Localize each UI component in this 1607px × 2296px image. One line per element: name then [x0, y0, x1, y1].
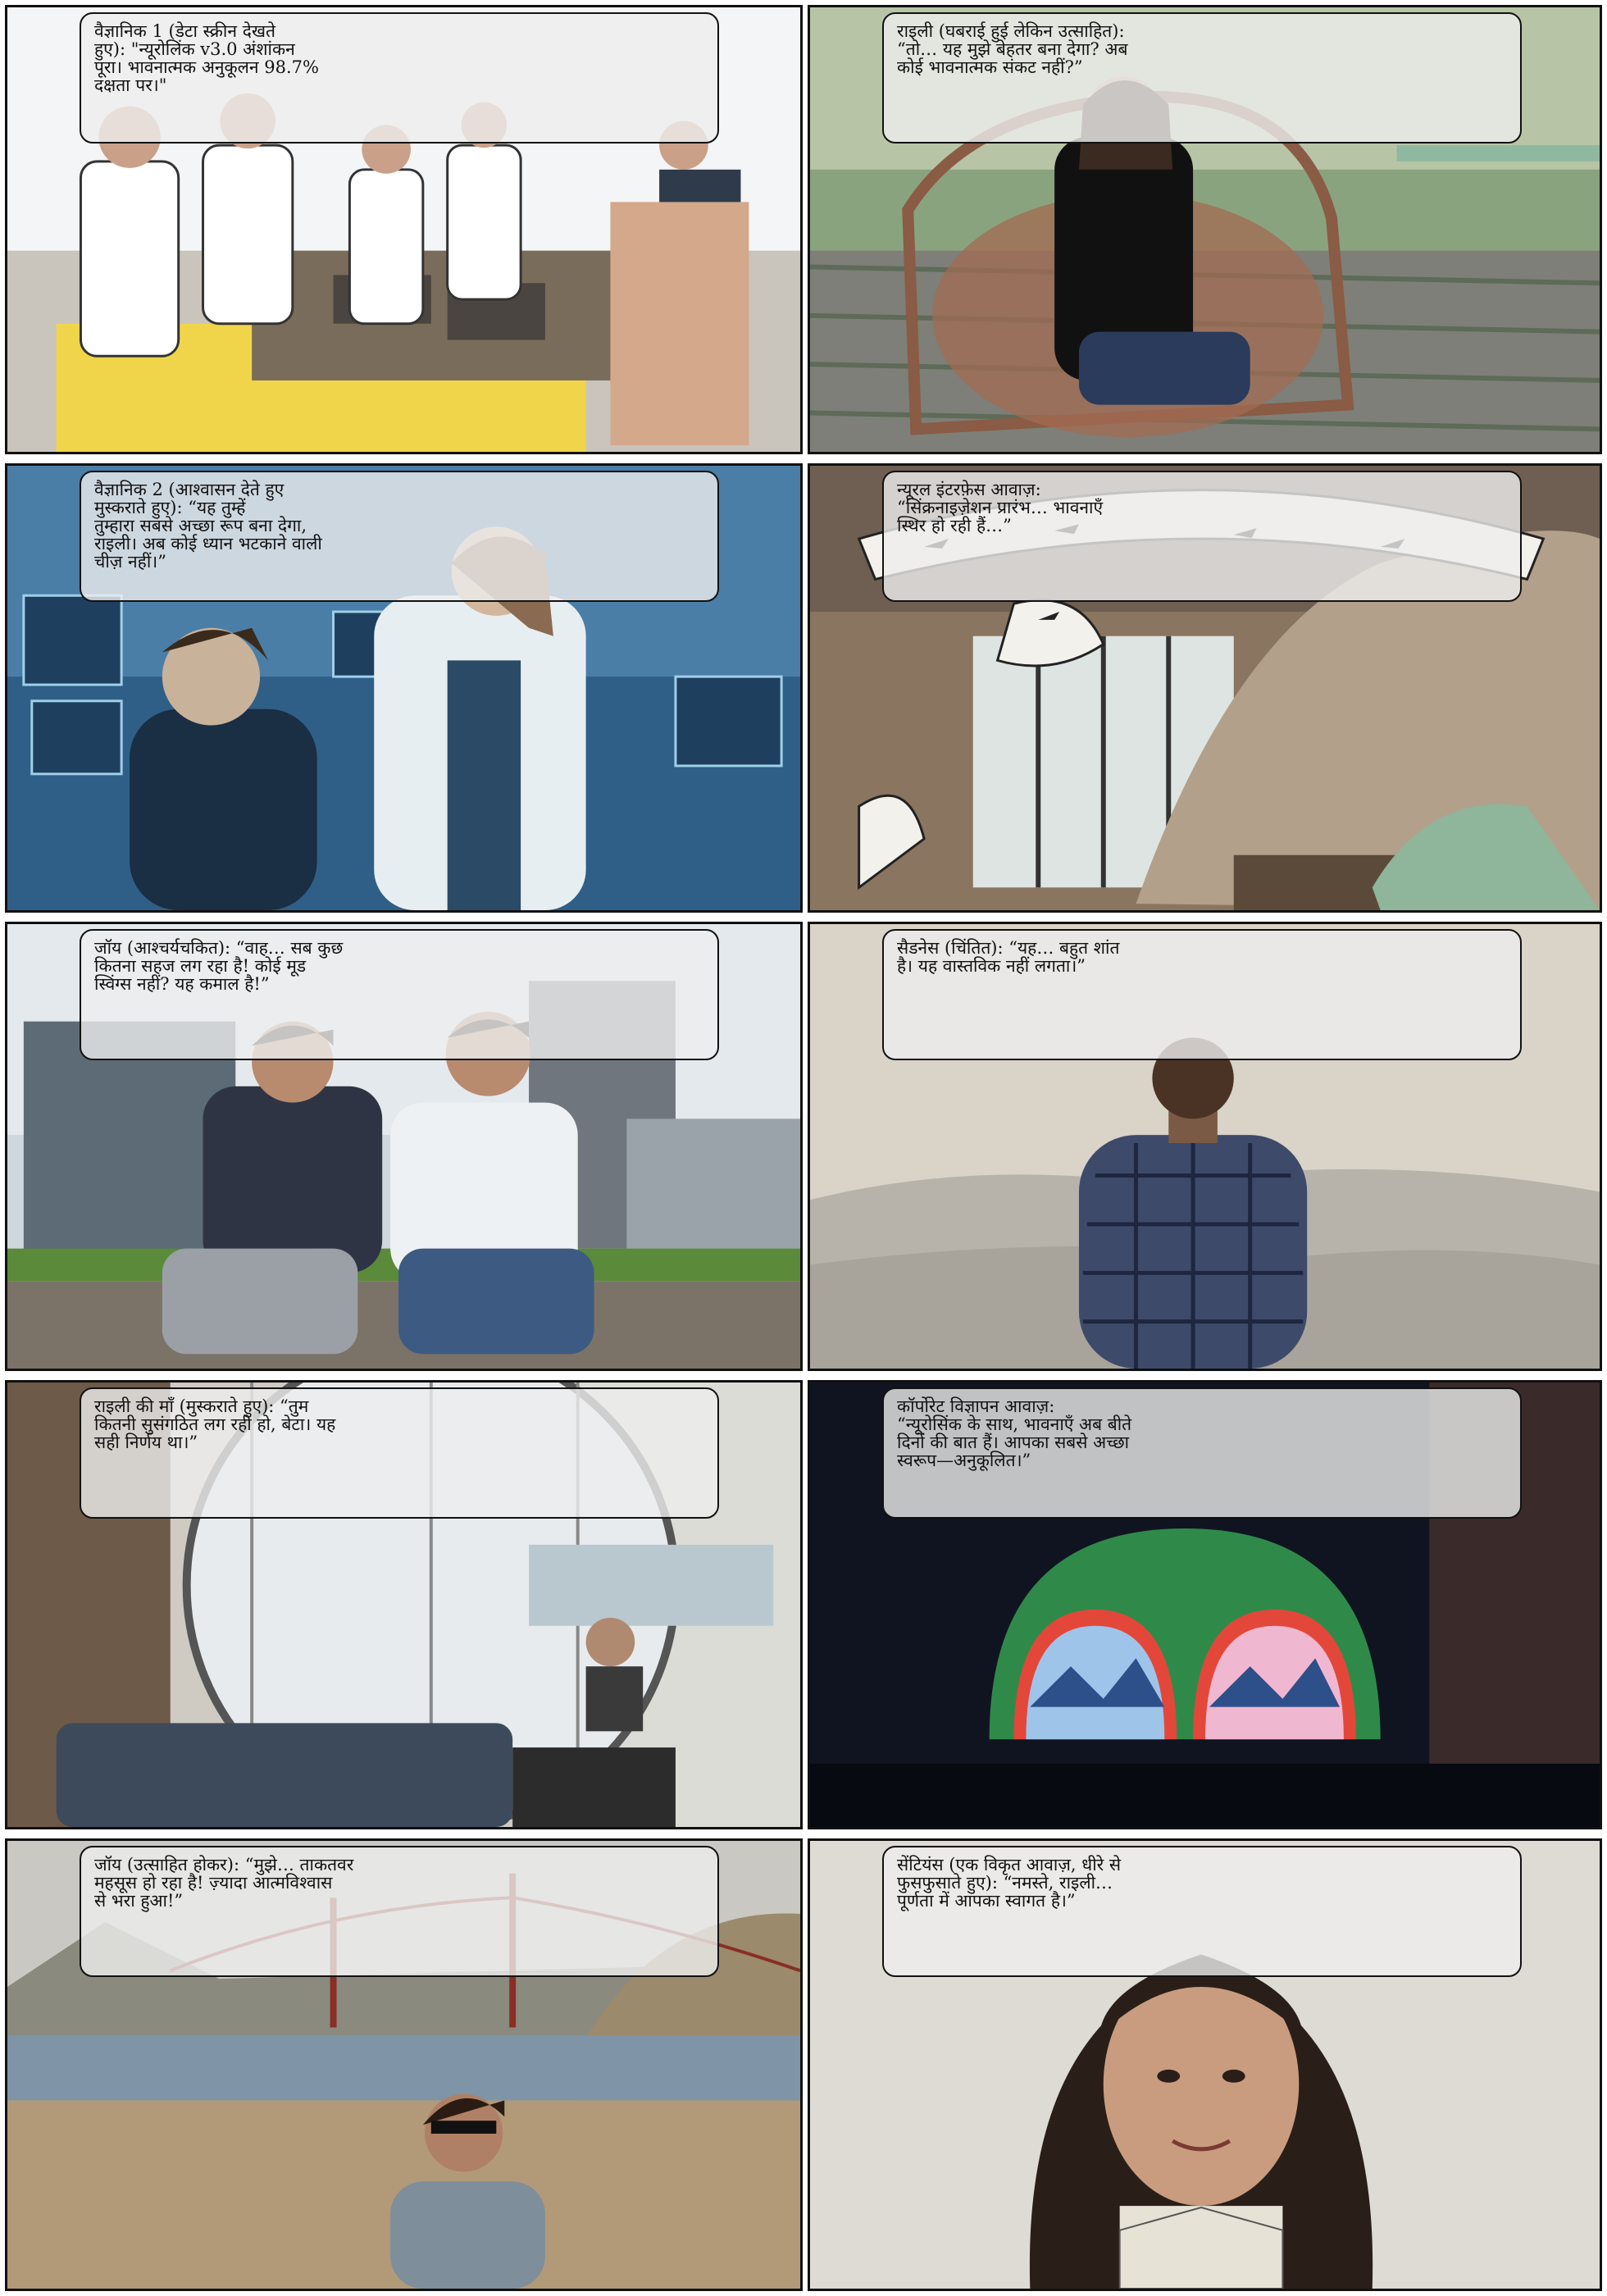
comic-page: वैज्ञानिक 1 (डेटा स्क्रीन देखते हुए): "न…: [0, 0, 1607, 2296]
panel-4: न्यूरल इंटरफ़ेस आवाज़: “सिंक्रनाइज़ेशन प…: [808, 463, 1602, 913]
speech-bubble: जॉय (उत्साहित होकर): “मुझे… ताकतवर महसूस…: [80, 1846, 719, 1977]
speech-bubble: सेंटियंस (एक विकृत आवाज़, धीरे से फुसफुस…: [882, 1846, 1522, 1977]
bubble-line: चीज़ नहीं।”: [94, 552, 166, 572]
bubble-line: है। यह वास्तविक नहीं लगता।”: [897, 956, 1086, 976]
speech-bubble: सैडनेस (चिंतित): “यह… बहुत शांत है। यह व…: [882, 929, 1522, 1060]
speech-bubble: न्यूरल इंटरफ़ेस आवाज़: “सिंक्रनाइज़ेशन प…: [882, 471, 1522, 602]
bubble-line: न्यूरल इंटरफ़ेस आवाज़:: [897, 480, 1041, 499]
bubble-line: सेंटियंस (एक विकृत आवाज़, धीरे से: [897, 1855, 1122, 1875]
panel-7: राइली की माँ (मुस्कराते हुए): “तुम कितनी…: [5, 1380, 803, 1829]
speech-bubble: कॉर्पोरेट विज्ञापन आवाज़: “न्यूरोसिंक के…: [882, 1387, 1522, 1519]
bubble-line: महसूस हो रहा है! ज़्यादा आत्मविश्वास: [94, 1873, 333, 1893]
bubble-line: दक्षता पर।": [94, 75, 167, 95]
bubble-line: राइली (घबराई हुई लेकिन उत्साहित):: [897, 21, 1125, 41]
speech-bubble: राइली (घबराई हुई लेकिन उत्साहित): “तो… य…: [882, 12, 1522, 144]
bubble-line: कॉर्पोरेट विज्ञापन आवाज़:: [897, 1396, 1055, 1416]
speech-bubble: जॉय (आश्चर्यचकित): “वाह… सब कुछ कितना सह…: [80, 929, 719, 1060]
speech-bubble: वैज्ञानिक 2 (आश्वासन देते हुए मुस्कराते …: [80, 471, 719, 602]
bubble-line: स्थिर हो रही हैं…”: [897, 516, 1012, 535]
bubble-line: कितना सहज लग रहा है! कोई मूड: [94, 956, 307, 976]
bubble-line: वैज्ञानिक 1 (डेटा स्क्रीन देखते: [94, 21, 276, 41]
bubble-line: सैडनेस (चिंतित): “यह… बहुत शांत: [897, 938, 1120, 958]
bubble-line: “न्यूरोसिंक के साथ, भावनाएँ अब बीते: [897, 1414, 1132, 1434]
bubble-line: जॉय (आश्चर्यचकित): “वाह… सब कुछ: [94, 938, 344, 958]
panel-9: जॉय (उत्साहित होकर): “मुझे… ताकतवर महसूस…: [5, 1838, 803, 2291]
panel-5: जॉय (आश्चर्यचकित): “वाह… सब कुछ कितना सह…: [5, 922, 803, 1371]
panel-3: वैज्ञानिक 2 (आश्वासन देते हुए मुस्कराते …: [5, 463, 803, 913]
bubble-line: मुस्कराते हुए): “यह तुम्हें: [94, 498, 246, 517]
bubble-line: हुए): "न्यूरोलिंक v3.0 अंशांकन: [94, 39, 295, 59]
bubble-line: फुसफुसाते हुए): “नमस्ते, राइली…: [897, 1873, 1113, 1893]
bubble-line: पूरा। भावनात्मक अनुकूलन 98.7%: [94, 57, 319, 77]
panel-6: सैडनेस (चिंतित): “यह… बहुत शांत है। यह व…: [808, 922, 1602, 1371]
panel-8: कॉर्पोरेट विज्ञापन आवाज़: “न्यूरोसिंक के…: [808, 1380, 1602, 1829]
bubble-line: राइली की माँ (मुस्कराते हुए): “तुम: [94, 1396, 309, 1416]
panel-2: राइली (घबराई हुई लेकिन उत्साहित): “तो… य…: [808, 5, 1602, 454]
bubble-line: कोई भावनात्मक संकट नहीं?”: [897, 57, 1083, 77]
bubble-line: “तो… यह मुझे बेहतर बना देगा? अब: [897, 39, 1128, 59]
panel-10: सेंटियंस (एक विकृत आवाज़, धीरे से फुसफुस…: [808, 1838, 1602, 2291]
speech-bubble: वैज्ञानिक 1 (डेटा स्क्रीन देखते हुए): "न…: [80, 12, 719, 144]
bubble-line: वैज्ञानिक 2 (आश्वासन देते हुए: [94, 480, 285, 499]
bubble-line: दिनों की बात हैं। आपका सबसे अच्छा: [897, 1433, 1130, 1452]
speech-bubble: राइली की माँ (मुस्कराते हुए): “तुम कितनी…: [80, 1387, 719, 1519]
bubble-line: जॉय (उत्साहित होकर): “मुझे… ताकतवर: [94, 1855, 354, 1875]
panel-1: वैज्ञानिक 1 (डेटा स्क्रीन देखते हुए): "न…: [5, 5, 803, 454]
bubble-line: स्वरूप—अनुकूलित।”: [897, 1451, 1031, 1470]
bubble-line: “सिंक्रनाइज़ेशन प्रारंभ… भावनाएँ: [897, 498, 1104, 517]
bubble-line: सही निर्णय था।”: [94, 1433, 198, 1452]
bubble-line: स्विंग्स नहीं? यह कमाल है!”: [94, 974, 270, 994]
bubble-line: राइली। अब कोई ध्यान भटकाने वाली: [94, 534, 322, 554]
bubble-line: तुम्हारा सबसे अच्छा रूप बना देगा,: [94, 516, 307, 535]
bubble-line: पूर्णता में आपका स्वागत है।”: [897, 1891, 1076, 1911]
bubble-line: कितनी सुसंगठित लग रही हो, बेटा। यह: [94, 1414, 336, 1434]
bubble-line: से भरा हुआ!”: [94, 1891, 184, 1911]
